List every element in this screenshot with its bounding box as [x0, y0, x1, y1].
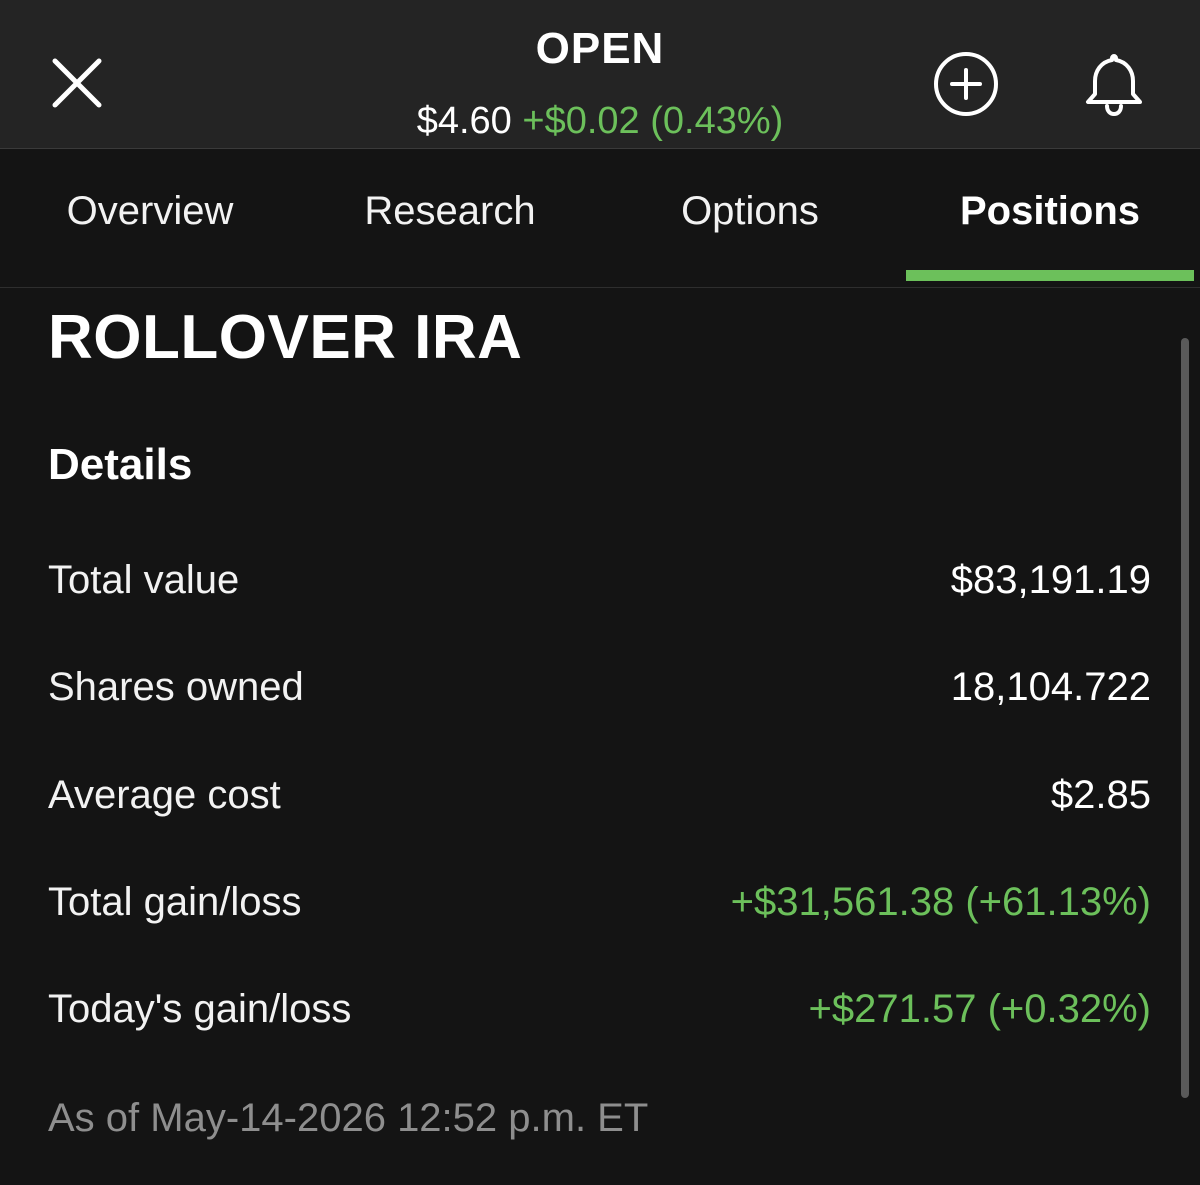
row-value: $2.85	[1050, 773, 1151, 817]
row-value: 18,104.722	[950, 665, 1151, 709]
positions-panel: ROLLOVER IRA Details Total value $83,191…	[0, 288, 1200, 1185]
detail-row-total-value: Total value $83,191.19	[48, 558, 1151, 614]
ticker-symbol: OPEN	[535, 24, 665, 73]
row-label: Total value	[48, 558, 240, 602]
row-label: Today's gain/loss	[48, 987, 352, 1031]
price-change: +$0.02 (0.43%)	[522, 100, 784, 142]
account-title: ROLLOVER IRA	[48, 303, 523, 372]
add-to-watchlist-button[interactable]	[932, 50, 1000, 118]
detail-row-shares-owned: Shares owned 18,104.722	[48, 665, 1151, 721]
price-alert-button[interactable]	[1078, 48, 1150, 120]
row-value: +$271.57 (+0.32%)	[808, 987, 1151, 1031]
row-label: Total gain/loss	[48, 880, 302, 924]
tab-positions[interactable]: Positions	[900, 189, 1200, 234]
row-label: Shares owned	[48, 665, 304, 709]
detail-row-average-cost: Average cost $2.85	[48, 773, 1151, 829]
detail-row-todays-gain-loss: Today's gain/loss +$271.57 (+0.32%)	[48, 987, 1151, 1043]
plus-circle-icon	[934, 52, 998, 116]
as-of-timestamp: As of May-14-2026 12:52 p.m. ET	[48, 1096, 649, 1140]
row-value: $83,191.19	[950, 558, 1151, 602]
quote-header: OPEN $4.60 +$0.02 (0.43%)	[0, 0, 1200, 149]
row-value: +$31,561.38 (+61.13%)	[730, 880, 1151, 924]
tab-overview[interactable]: Overview	[0, 189, 300, 234]
row-label: Average cost	[48, 773, 281, 817]
tab-bar: Overview Research Options Positions	[0, 149, 1200, 288]
detail-row-total-gain-loss: Total gain/loss +$31,561.38 (+61.13%)	[48, 880, 1151, 936]
tab-options[interactable]: Options	[600, 189, 900, 234]
quote-line: $4.60 +$0.02 (0.43%)	[0, 100, 1200, 143]
active-tab-indicator	[906, 270, 1194, 281]
details-heading: Details	[48, 440, 193, 489]
last-price: $4.60	[416, 100, 512, 142]
bell-icon	[1086, 54, 1142, 117]
tab-research[interactable]: Research	[300, 189, 600, 234]
scrollbar[interactable]	[1181, 338, 1189, 1098]
